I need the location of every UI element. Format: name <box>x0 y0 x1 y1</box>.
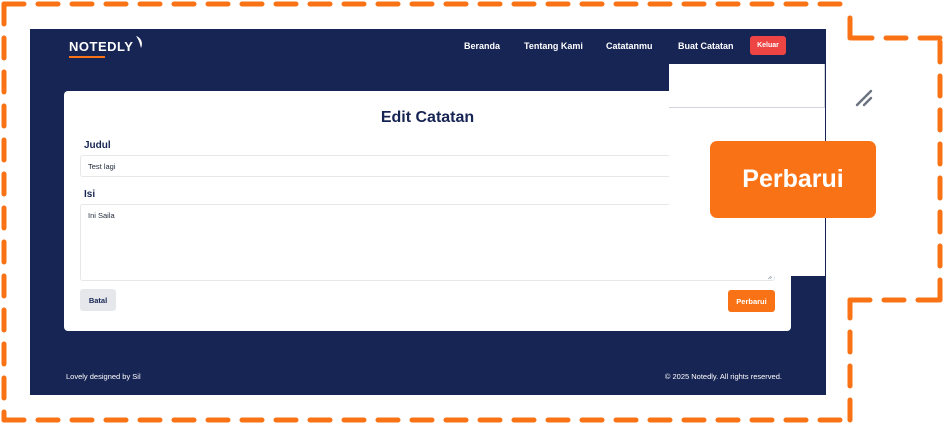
brand-logo[interactable]: NOTEDLY <box>69 39 133 54</box>
zoom-textarea-edge <box>824 64 825 108</box>
logout-button[interactable]: Keluar <box>750 36 786 55</box>
nav-link-catatanmu[interactable]: Catatanmu <box>606 41 653 51</box>
update-button[interactable]: Perbarui <box>728 290 775 312</box>
footer-copyright: © 2025 Notedly. All rights reserved. <box>664 372 782 381</box>
content-label: Isi <box>84 189 96 200</box>
zoom-resize-grip-icon <box>855 89 873 107</box>
nav-link-tentang-kami[interactable]: Tentang Kami <box>524 41 583 51</box>
zoom-textarea-border <box>669 107 825 108</box>
title-label: Judul <box>84 140 111 151</box>
footer-credit: Lovely designed by Sil <box>66 372 141 381</box>
navbar: NOTEDLY Beranda Tentang Kami Catatanmu B… <box>30 29 826 65</box>
logo-underline <box>69 56 105 58</box>
nav-link-beranda[interactable]: Beranda <box>464 41 500 51</box>
leaf-icon <box>136 36 142 48</box>
cancel-button[interactable]: Batal <box>80 289 116 311</box>
zoom-update-button: Perbarui <box>710 141 876 218</box>
nav-link-buat-catatan[interactable]: Buat Catatan <box>678 41 734 51</box>
